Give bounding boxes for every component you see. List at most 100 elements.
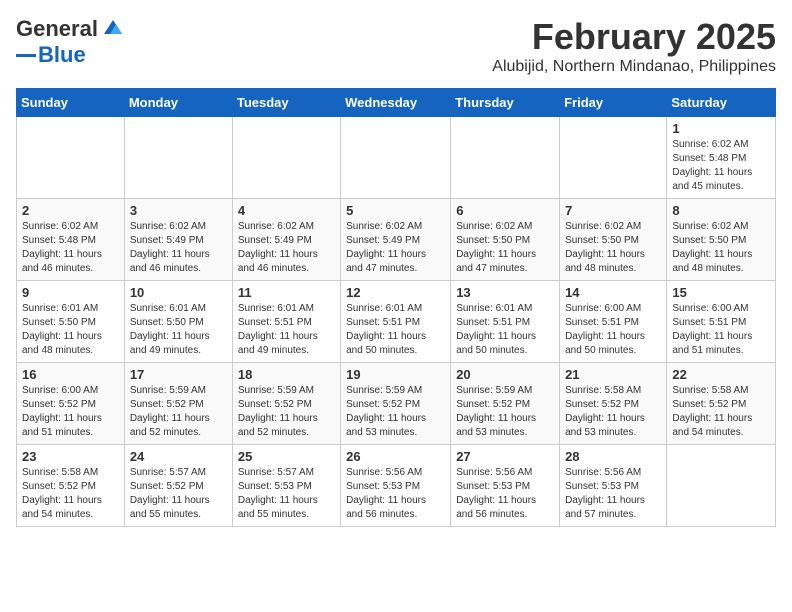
weekday-header-sunday: Sunday [17, 89, 125, 117]
week-row-3: 9 Sunrise: 6:01 AM Sunset: 5:50 PM Daylig… [17, 281, 776, 363]
calendar-cell: 13 Sunrise: 6:01 AM Sunset: 5:51 PM Dayli… [451, 281, 560, 363]
day-number: 5 [346, 203, 445, 218]
calendar-cell: 14 Sunrise: 6:00 AM Sunset: 5:51 PM Dayli… [560, 281, 667, 363]
day-number: 13 [456, 285, 554, 300]
week-row-1: 1 Sunrise: 6:02 AM Sunset: 5:48 PM Daylig… [17, 117, 776, 199]
weekday-header-thursday: Thursday [451, 89, 560, 117]
day-info: Sunrise: 6:01 AM Sunset: 5:51 PM Dayligh… [238, 302, 335, 358]
calendar-cell: 10 Sunrise: 6:01 AM Sunset: 5:50 PM Dayli… [124, 281, 232, 363]
day-number: 18 [238, 367, 335, 382]
day-info: Sunrise: 6:01 AM Sunset: 5:51 PM Dayligh… [346, 302, 445, 358]
calendar-cell: 7 Sunrise: 6:02 AM Sunset: 5:50 PM Daylig… [560, 199, 667, 281]
calendar-cell [124, 117, 232, 199]
day-info: Sunrise: 6:00 AM Sunset: 5:51 PM Dayligh… [565, 302, 661, 358]
day-number: 10 [130, 285, 227, 300]
calendar-cell: 28 Sunrise: 5:56 AM Sunset: 5:53 PM Dayli… [560, 445, 667, 527]
day-info: Sunrise: 6:00 AM Sunset: 5:52 PM Dayligh… [22, 384, 119, 440]
day-info: Sunrise: 5:58 AM Sunset: 5:52 PM Dayligh… [672, 384, 770, 440]
calendar-cell: 27 Sunrise: 5:56 AM Sunset: 5:53 PM Dayli… [451, 445, 560, 527]
week-row-4: 16Sunrise: 6:00 AM Sunset: 5:52 PM Dayli… [17, 363, 776, 445]
day-number: 28 [565, 449, 661, 464]
day-number: 4 [238, 203, 335, 218]
weekday-header-wednesday: Wednesday [341, 89, 451, 117]
calendar-cell: 22 Sunrise: 5:58 AM Sunset: 5:52 PM Dayli… [667, 363, 776, 445]
logo-text: General [16, 16, 98, 42]
day-number: 7 [565, 203, 661, 218]
day-number: 9 [22, 285, 119, 300]
day-info: Sunrise: 6:00 AM Sunset: 5:51 PM Dayligh… [672, 302, 770, 358]
calendar-cell [341, 117, 451, 199]
weekday-header-tuesday: Tuesday [232, 89, 340, 117]
day-info: Sunrise: 6:02 AM Sunset: 5:49 PM Dayligh… [130, 220, 227, 276]
day-number: 26 [346, 449, 445, 464]
calendar-cell: 6 Sunrise: 6:02 AM Sunset: 5:50 PM Daylig… [451, 199, 560, 281]
calendar-cell: 11 Sunrise: 6:01 AM Sunset: 5:51 PM Dayli… [232, 281, 340, 363]
calendar-cell: 19 Sunrise: 5:59 AM Sunset: 5:52 PM Dayli… [341, 363, 451, 445]
calendar-cell [17, 117, 125, 199]
calendar-cell [451, 117, 560, 199]
day-number: 21 [565, 367, 661, 382]
day-number: 19 [346, 367, 445, 382]
day-info: Sunrise: 5:58 AM Sunset: 5:52 PM Dayligh… [565, 384, 661, 440]
day-number: 8 [672, 203, 770, 218]
calendar-cell: 3 Sunrise: 6:02 AM Sunset: 5:49 PM Daylig… [124, 199, 232, 281]
week-row-2: 2Sunrise: 6:02 AM Sunset: 5:48 PM Daylig… [17, 199, 776, 281]
day-number: 1 [672, 121, 770, 136]
day-info: Sunrise: 5:56 AM Sunset: 5:53 PM Dayligh… [346, 466, 445, 522]
day-info: Sunrise: 6:01 AM Sunset: 5:50 PM Dayligh… [130, 302, 227, 358]
calendar-cell: 9 Sunrise: 6:01 AM Sunset: 5:50 PM Daylig… [17, 281, 125, 363]
day-number: 23 [22, 449, 119, 464]
day-number: 6 [456, 203, 554, 218]
day-number: 24 [130, 449, 227, 464]
week-row-5: 23Sunrise: 5:58 AM Sunset: 5:52 PM Dayli… [17, 445, 776, 527]
logo: General Blue [16, 16, 124, 68]
calendar-cell: 1 Sunrise: 6:02 AM Sunset: 5:48 PM Daylig… [667, 117, 776, 199]
calendar-cell: 18 Sunrise: 5:59 AM Sunset: 5:52 PM Dayli… [232, 363, 340, 445]
day-info: Sunrise: 6:02 AM Sunset: 5:49 PM Dayligh… [346, 220, 445, 276]
day-info: Sunrise: 5:59 AM Sunset: 5:52 PM Dayligh… [130, 384, 227, 440]
day-info: Sunrise: 5:59 AM Sunset: 5:52 PM Dayligh… [456, 384, 554, 440]
day-info: Sunrise: 6:02 AM Sunset: 5:48 PM Dayligh… [672, 138, 770, 194]
calendar-cell: 16Sunrise: 6:00 AM Sunset: 5:52 PM Dayli… [17, 363, 125, 445]
day-number: 12 [346, 285, 445, 300]
day-info: Sunrise: 6:02 AM Sunset: 5:49 PM Dayligh… [238, 220, 335, 276]
day-info: Sunrise: 6:02 AM Sunset: 5:50 PM Dayligh… [672, 220, 770, 276]
calendar-table: SundayMondayTuesdayWednesdayThursdayFrid… [16, 88, 776, 527]
day-info: Sunrise: 6:02 AM Sunset: 5:50 PM Dayligh… [565, 220, 661, 276]
logo-blue-text: Blue [38, 42, 86, 68]
day-number: 17 [130, 367, 227, 382]
logo-icon [102, 18, 124, 36]
day-info: Sunrise: 6:01 AM Sunset: 5:50 PM Dayligh… [22, 302, 119, 358]
day-info: Sunrise: 5:56 AM Sunset: 5:53 PM Dayligh… [565, 466, 661, 522]
day-number: 27 [456, 449, 554, 464]
calendar-cell: 15 Sunrise: 6:00 AM Sunset: 5:51 PM Dayli… [667, 281, 776, 363]
location-title: Alubijid, Northern Mindanao, Philippines [492, 58, 776, 76]
calendar-cell: 25 Sunrise: 5:57 AM Sunset: 5:53 PM Dayli… [232, 445, 340, 527]
calendar-cell: 8 Sunrise: 6:02 AM Sunset: 5:50 PM Daylig… [667, 199, 776, 281]
day-number: 11 [238, 285, 335, 300]
day-number: 25 [238, 449, 335, 464]
calendar-cell: 4 Sunrise: 6:02 AM Sunset: 5:49 PM Daylig… [232, 199, 340, 281]
calendar-cell: 24Sunrise: 5:57 AM Sunset: 5:52 PM Dayli… [124, 445, 232, 527]
calendar-cell: 26 Sunrise: 5:56 AM Sunset: 5:53 PM Dayli… [341, 445, 451, 527]
weekday-header-monday: Monday [124, 89, 232, 117]
day-number: 3 [130, 203, 227, 218]
day-info: Sunrise: 5:59 AM Sunset: 5:52 PM Dayligh… [238, 384, 335, 440]
day-info: Sunrise: 5:57 AM Sunset: 5:53 PM Dayligh… [238, 466, 335, 522]
weekday-header-friday: Friday [560, 89, 667, 117]
header: General Blue February 2025 Alubijid, Nor… [16, 16, 776, 76]
weekday-header-saturday: Saturday [667, 89, 776, 117]
calendar-cell [560, 117, 667, 199]
day-info: Sunrise: 5:56 AM Sunset: 5:53 PM Dayligh… [456, 466, 554, 522]
weekday-header-row: SundayMondayTuesdayWednesdayThursdayFrid… [17, 89, 776, 117]
day-info: Sunrise: 5:59 AM Sunset: 5:52 PM Dayligh… [346, 384, 445, 440]
day-info: Sunrise: 6:01 AM Sunset: 5:51 PM Dayligh… [456, 302, 554, 358]
day-number: 2 [22, 203, 119, 218]
calendar-cell: 12 Sunrise: 6:01 AM Sunset: 5:51 PM Dayli… [341, 281, 451, 363]
day-number: 14 [565, 285, 661, 300]
day-number: 22 [672, 367, 770, 382]
day-number: 15 [672, 285, 770, 300]
day-number: 20 [456, 367, 554, 382]
calendar-cell: 21 Sunrise: 5:58 AM Sunset: 5:52 PM Dayli… [560, 363, 667, 445]
day-info: Sunrise: 6:02 AM Sunset: 5:50 PM Dayligh… [456, 220, 554, 276]
